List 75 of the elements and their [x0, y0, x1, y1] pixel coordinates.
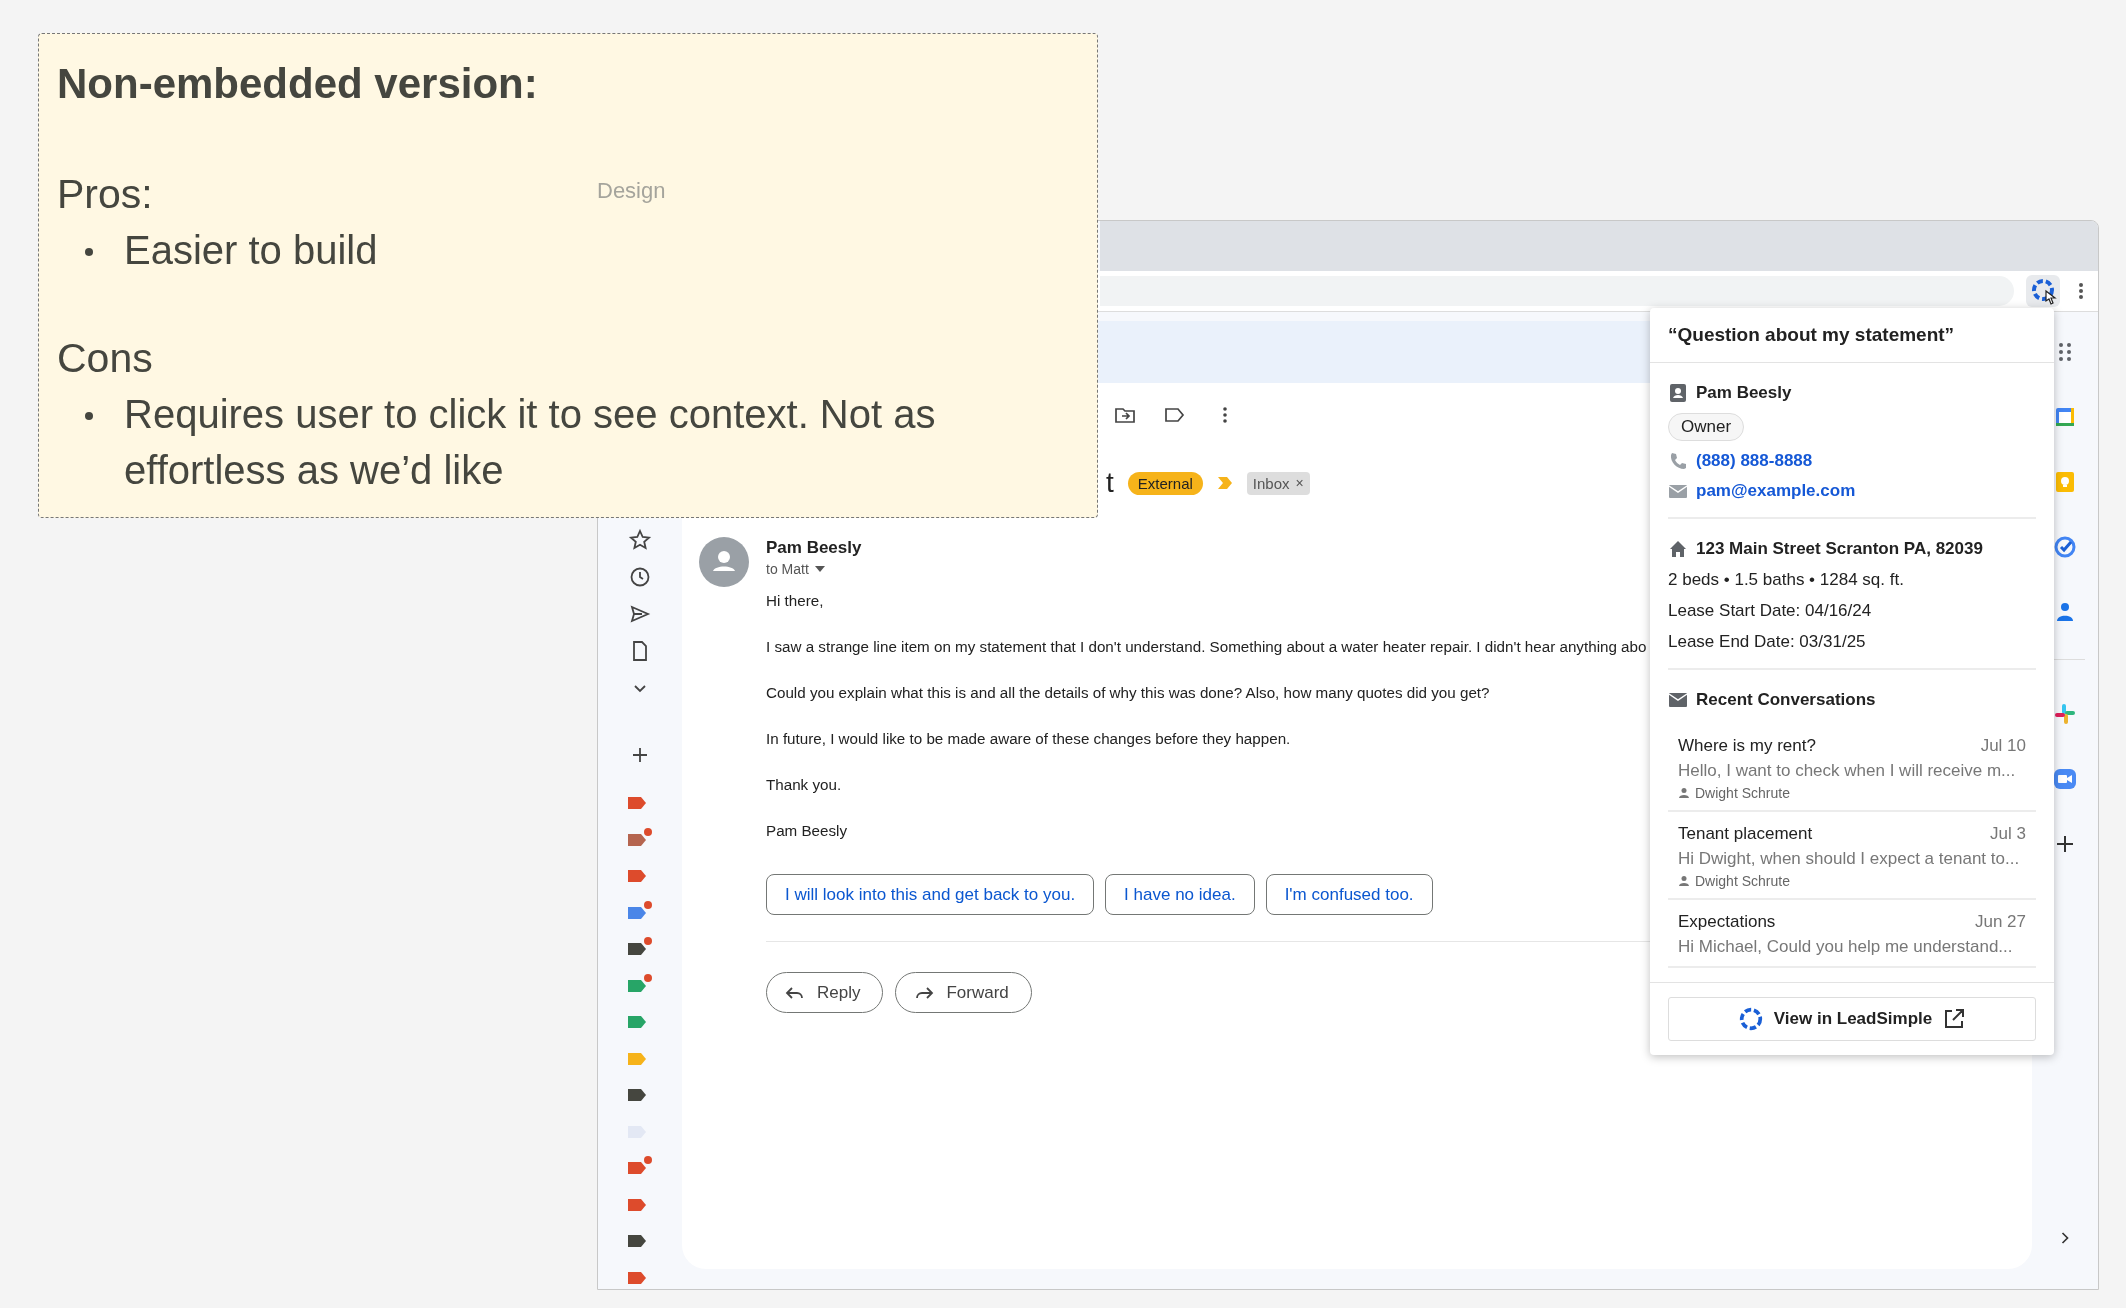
avatar-icon: [699, 537, 749, 587]
video-camera-icon[interactable]: [2053, 767, 2077, 791]
phone-icon: [1668, 451, 1688, 471]
lease-end-date: Lease End Date: 03/31/25: [1668, 631, 1866, 652]
lease-start-date: Lease Start Date: 04/16/24: [1668, 600, 1872, 621]
external-link-icon: [1942, 1007, 1967, 1031]
tasks-icon[interactable]: [2053, 535, 2077, 559]
reply-button[interactable]: Reply: [766, 972, 884, 1013]
conversation-title: Expectations: [1678, 912, 1776, 932]
contact-name: Pam Beesly: [1696, 383, 1792, 403]
conversation-date: Jul 10: [1980, 736, 2026, 756]
note-heading: Pros:: [57, 170, 153, 219]
conversation-author: Dwight Schrute: [1695, 873, 1790, 889]
message-paragraph: Could you explain what this is and all the details of why this was done? Also, how many quotes did you get?: [766, 683, 1490, 703]
clock-icon[interactable]: [628, 565, 652, 589]
more-icon[interactable]: [2078, 282, 2084, 300]
email-link[interactable]: pam@example.com: [1696, 481, 1856, 501]
property-details: 2 beds • 1.5 baths • 1284 sq. ft.: [1668, 569, 1904, 590]
subject-text: t: [1106, 467, 1114, 499]
mail-icon: [1668, 690, 1688, 710]
message-paragraph: Thank you.: [766, 775, 842, 795]
home-icon: [1668, 539, 1688, 559]
frame-label: Design: [597, 178, 666, 204]
message-paragraph: I saw a strange line item on my statement that I don't understand. Something about a water heater repair. I didn't hear anything abo: [766, 637, 1647, 657]
sender-name: Pam Beesly: [766, 537, 862, 559]
conversation-preview: Hi Dwight, when should I expect a tenant to...: [1678, 849, 2021, 869]
label-icon[interactable]: [626, 900, 654, 921]
label-icon[interactable]: [626, 827, 654, 848]
note-bullet-text: Requires user to click it to see context. Not as effortless as we’d like: [124, 391, 937, 494]
contact-card-icon: [1668, 383, 1688, 403]
ring-logo-icon: [1737, 1006, 1764, 1032]
note-title: Non-embedded version:: [57, 59, 539, 109]
conversation-item[interactable]: Where is my rent? Jul 10 Hello, I want to check when I will receive m... Dwight Schrute: [1668, 724, 2036, 812]
conversation-preview: Hello, I want to check when I will receive m...: [1678, 761, 2017, 781]
importance-marker-icon[interactable]: [1216, 476, 1233, 490]
smart-reply-button[interactable]: I have no idea.: [1105, 874, 1255, 915]
bullet-icon: [85, 412, 93, 420]
label-icon[interactable]: [626, 973, 654, 994]
conversation-date: Jul 3: [1990, 824, 2026, 844]
conversation-author: Dwight Schrute: [1695, 785, 1790, 801]
conversation-date: Jun 27: [1974, 912, 2026, 932]
smart-reply-button[interactable]: I will look into this and get back to you.: [766, 874, 1095, 915]
role-tag: Owner: [1668, 413, 1745, 441]
property-address: 123 Main Street Scranton PA, 82039: [1696, 539, 1983, 559]
person-icon: [1678, 875, 1690, 887]
conversation-preview: Hi Michael, Could you help me understand...: [1678, 937, 2014, 957]
label-tag: Inbox ×: [1246, 471, 1310, 495]
hash-logo-icon[interactable]: [2053, 702, 2077, 726]
view-in-app-button[interactable]: View in LeadSimple: [1668, 997, 2036, 1041]
person-icon: [1678, 787, 1690, 799]
note-heading: Cons: [57, 334, 153, 383]
conversation-title: Where is my rent?: [1678, 736, 1816, 756]
label-icon[interactable]: [626, 1156, 654, 1176]
recipient-text[interactable]: to Matt: [766, 559, 809, 579]
phone-link[interactable]: (888) 888-8888: [1696, 451, 1813, 471]
reply-arrow-icon: [785, 984, 805, 1001]
bullet-icon: [85, 248, 93, 256]
label-icon[interactable]: [626, 937, 654, 957]
forward-button[interactable]: Forward: [895, 972, 1032, 1013]
calendar-icon[interactable]: [2053, 405, 2077, 429]
conversation-item[interactable]: Expectations Jun 27 Hi Michael, Could you help me understand...: [1668, 900, 2036, 968]
label-tag: External: [1127, 471, 1203, 495]
forward-arrow-icon: [914, 984, 935, 1001]
caret-icon[interactable]: [814, 566, 825, 572]
popup-title: “Question about my statement”: [1650, 308, 2054, 363]
note-bullet-text: Easier to build: [124, 227, 378, 274]
message-paragraph: Pam Beesly: [766, 821, 848, 841]
conversation-title: Tenant placement: [1678, 824, 1813, 844]
remove-label-button[interactable]: ×: [1295, 475, 1304, 491]
star-icon[interactable]: [628, 528, 652, 552]
message-paragraph: Hi there,: [766, 591, 824, 611]
conversation-item[interactable]: Tenant placement Jul 3 Hi Dwight, when should I expect a tenant to... Dwight Schrute: [1668, 812, 2036, 900]
smart-reply-button[interactable]: I'm confused too.: [1265, 874, 1433, 915]
section-heading: Recent Conversations: [1696, 690, 1876, 710]
message-paragraph: In future, I would like to be made aware of these changes before they happen.: [766, 729, 1291, 749]
